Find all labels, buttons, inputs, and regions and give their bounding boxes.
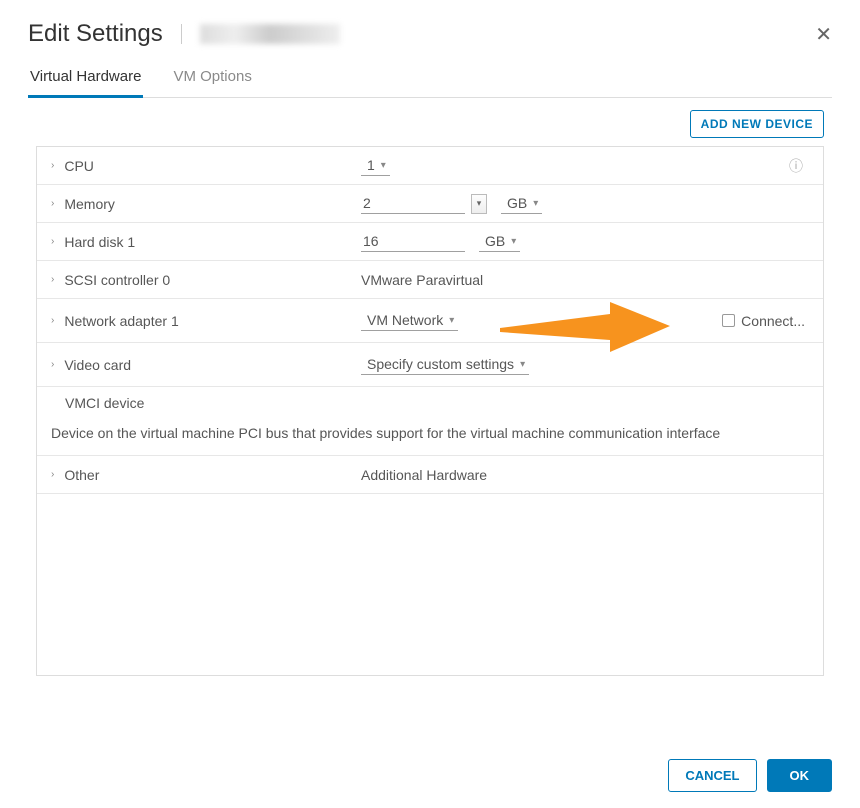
disk-unit: GB xyxy=(485,233,505,249)
connect-checkbox[interactable]: Connect... xyxy=(722,313,809,329)
checkbox-icon xyxy=(722,314,735,327)
dialog-footer: CANCEL OK xyxy=(668,759,832,792)
scsi-label: SCSI controller 0 xyxy=(64,272,170,288)
memory-stepper[interactable]: ▾ xyxy=(471,194,487,214)
cancel-button[interactable]: CANCEL xyxy=(668,759,756,792)
scsi-value: VMware Paravirtual xyxy=(361,272,483,288)
tab-virtual-hardware[interactable]: Virtual Hardware xyxy=(28,62,143,98)
chevron-right-icon[interactable]: › xyxy=(51,469,54,480)
video-label: Video card xyxy=(64,357,131,373)
chevron-right-icon[interactable]: › xyxy=(51,274,54,285)
chevron-right-icon[interactable]: › xyxy=(51,198,54,209)
vmci-description: Device on the virtual machine PCI bus th… xyxy=(37,415,823,456)
other-value: Additional Hardware xyxy=(361,467,487,483)
row-cpu: › CPU 1 ▾ ⓘ xyxy=(37,147,823,185)
memory-unit: GB xyxy=(507,195,527,211)
cpu-value: 1 xyxy=(367,157,375,173)
connect-label: Connect... xyxy=(741,313,805,329)
ok-button[interactable]: OK xyxy=(767,759,833,792)
video-select[interactable]: Specify custom settings ▾ xyxy=(361,354,529,375)
chevron-down-icon: ▾ xyxy=(520,359,525,370)
dialog-title: Edit Settings xyxy=(28,20,163,48)
network-value: VM Network xyxy=(367,312,443,328)
chevron-down-icon: ▾ xyxy=(381,160,386,171)
row-vmci: VMCI device xyxy=(37,387,823,415)
info-icon[interactable]: ⓘ xyxy=(789,156,803,176)
network-label: Network adapter 1 xyxy=(64,313,178,329)
disk-label: Hard disk 1 xyxy=(64,234,135,250)
memory-input[interactable] xyxy=(361,193,465,214)
disk-unit-select[interactable]: GB ▾ xyxy=(479,231,520,252)
network-select[interactable]: VM Network ▾ xyxy=(361,310,458,331)
chevron-down-icon: ▾ xyxy=(533,198,538,209)
chevron-right-icon[interactable]: › xyxy=(51,359,54,370)
disk-size-input[interactable] xyxy=(361,231,465,252)
cpu-label: CPU xyxy=(64,158,94,174)
chevron-down-icon: ▾ xyxy=(449,315,454,326)
chevron-right-icon[interactable]: › xyxy=(51,315,54,326)
chevron-down-icon: ▾ xyxy=(511,236,516,247)
add-new-device-button[interactable]: ADD NEW DEVICE xyxy=(690,110,824,138)
chevron-right-icon[interactable]: › xyxy=(51,160,54,171)
row-memory: › Memory ▾ GB ▾ xyxy=(37,185,823,223)
close-icon[interactable]: ✕ xyxy=(815,22,832,47)
tabs: Virtual Hardware VM Options xyxy=(28,62,832,98)
video-value: Specify custom settings xyxy=(367,356,514,372)
hardware-panel: › CPU 1 ▾ ⓘ › Memory ▾ GB ▾ xyxy=(36,146,824,676)
row-scsi: › SCSI controller 0 VMware Paravirtual xyxy=(37,261,823,299)
row-hard-disk: › Hard disk 1 GB ▾ xyxy=(37,223,823,261)
row-network: › Network adapter 1 VM Network ▾ Connect… xyxy=(37,299,823,343)
other-label: Other xyxy=(64,467,99,483)
memory-unit-select[interactable]: GB ▾ xyxy=(501,193,542,214)
chevron-right-icon[interactable]: › xyxy=(51,236,54,247)
title-divider xyxy=(181,24,182,44)
vm-name-redacted xyxy=(200,24,340,44)
cpu-select[interactable]: 1 ▾ xyxy=(361,155,390,176)
tab-vm-options[interactable]: VM Options xyxy=(171,62,253,98)
memory-label: Memory xyxy=(64,196,115,212)
row-video: › Video card Specify custom settings ▾ xyxy=(37,343,823,387)
dialog-header: Edit Settings ✕ xyxy=(28,20,832,62)
vmci-label: VMCI device xyxy=(65,395,144,411)
row-other: › Other Additional Hardware xyxy=(37,456,823,494)
